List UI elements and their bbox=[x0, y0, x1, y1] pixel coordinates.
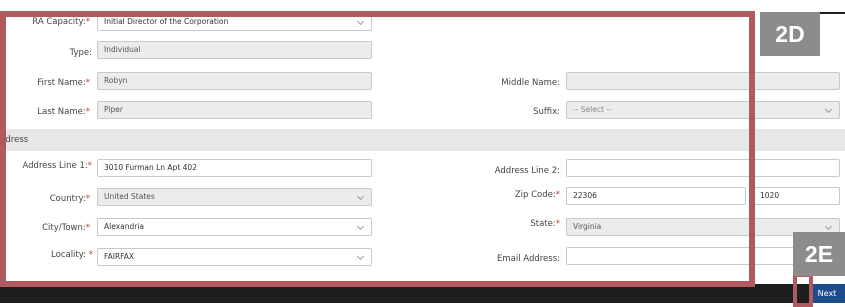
last-name-label: Last Name:* bbox=[37, 107, 90, 117]
city-label: City/Town:* bbox=[42, 223, 90, 233]
state-value: Virginia bbox=[573, 222, 602, 231]
locality-label-text: Locality: bbox=[51, 250, 87, 260]
required-marker: * bbox=[87, 161, 92, 171]
address-line1-label-text: Address Line 1: bbox=[22, 161, 88, 171]
zip-code-label: Zip Code:* bbox=[515, 190, 560, 200]
zip-code-label-text: Zip Code: bbox=[514, 190, 556, 200]
required-marker: * bbox=[85, 223, 90, 233]
required-marker: * bbox=[555, 219, 560, 229]
next-button[interactable]: Next bbox=[809, 284, 845, 303]
country-value: United States bbox=[104, 192, 155, 201]
suffix-label: Suffix: bbox=[533, 107, 560, 117]
country-label: Country:* bbox=[50, 194, 90, 204]
state-label-text: State: bbox=[530, 219, 556, 229]
required-marker: * bbox=[85, 107, 90, 117]
middle-name-label: Middle Name: bbox=[501, 78, 560, 88]
city-select[interactable]: Alexandria bbox=[97, 218, 372, 236]
locality-label: Locality: * bbox=[51, 250, 93, 260]
suffix-select[interactable]: -- Select -- bbox=[566, 101, 840, 119]
zip-code-value: 22306 bbox=[573, 191, 597, 200]
black-corner-line bbox=[818, 12, 845, 14]
locality-value: FAIRFAX bbox=[104, 252, 135, 261]
required-marker: * bbox=[85, 78, 90, 88]
zip-extension-input[interactable]: 1020 bbox=[753, 187, 840, 205]
required-marker: * bbox=[86, 250, 93, 260]
address-line2-input[interactable] bbox=[566, 159, 840, 177]
state-label: State:* bbox=[530, 219, 560, 229]
required-marker: * bbox=[85, 17, 90, 27]
tag-2e: 2E bbox=[793, 232, 845, 276]
tag-2d: 2D bbox=[760, 12, 820, 56]
last-name-value: Piper bbox=[104, 105, 123, 114]
address-line2-label: Address Line 2: bbox=[494, 166, 560, 176]
ra-capacity-label-text: RA Capacity: bbox=[32, 17, 86, 27]
address-line1-value: 3010 Furman Ln Apt 402 bbox=[104, 163, 197, 172]
city-value: Alexandria bbox=[104, 222, 145, 231]
ra-capacity-label: RA Capacity:* bbox=[32, 17, 90, 27]
required-marker: * bbox=[85, 194, 90, 204]
zip-extension-value: 1020 bbox=[760, 191, 780, 200]
middle-name-field[interactable] bbox=[566, 72, 840, 90]
required-marker: * bbox=[555, 190, 560, 200]
first-name-label-text: First Name: bbox=[37, 78, 86, 88]
email-label: Email Address: bbox=[497, 254, 560, 264]
type-field: Individual bbox=[97, 41, 372, 59]
country-label-text: Country: bbox=[49, 194, 86, 204]
last-name-field[interactable]: Piper bbox=[97, 101, 372, 119]
address-line1-label: Address Line 1:* bbox=[23, 161, 93, 171]
address-line1-input[interactable]: 3010 Furman Ln Apt 402 bbox=[97, 159, 372, 177]
country-select[interactable]: United States bbox=[97, 188, 372, 206]
type-label: Type: bbox=[69, 48, 92, 58]
zip-code-input[interactable]: 22306 bbox=[566, 187, 746, 205]
footer-bar bbox=[0, 284, 845, 303]
type-value: Individual bbox=[104, 45, 141, 54]
last-name-label-text: Last Name: bbox=[37, 107, 86, 117]
first-name-field[interactable]: Robyn bbox=[97, 72, 372, 90]
city-label-text: City/Town: bbox=[42, 223, 86, 233]
first-name-value: Robyn bbox=[104, 76, 128, 85]
locality-select[interactable]: FAIRFAX bbox=[97, 248, 372, 266]
ra-capacity-value: Initial Director of the Corporation bbox=[104, 17, 229, 26]
address-section-title: ddress bbox=[0, 135, 29, 145]
ra-capacity-select[interactable]: Initial Director of the Corporation bbox=[97, 13, 372, 31]
suffix-value: -- Select -- bbox=[573, 105, 612, 114]
first-name-label: First Name:* bbox=[37, 78, 90, 88]
address-section-header: ddress bbox=[0, 129, 845, 151]
